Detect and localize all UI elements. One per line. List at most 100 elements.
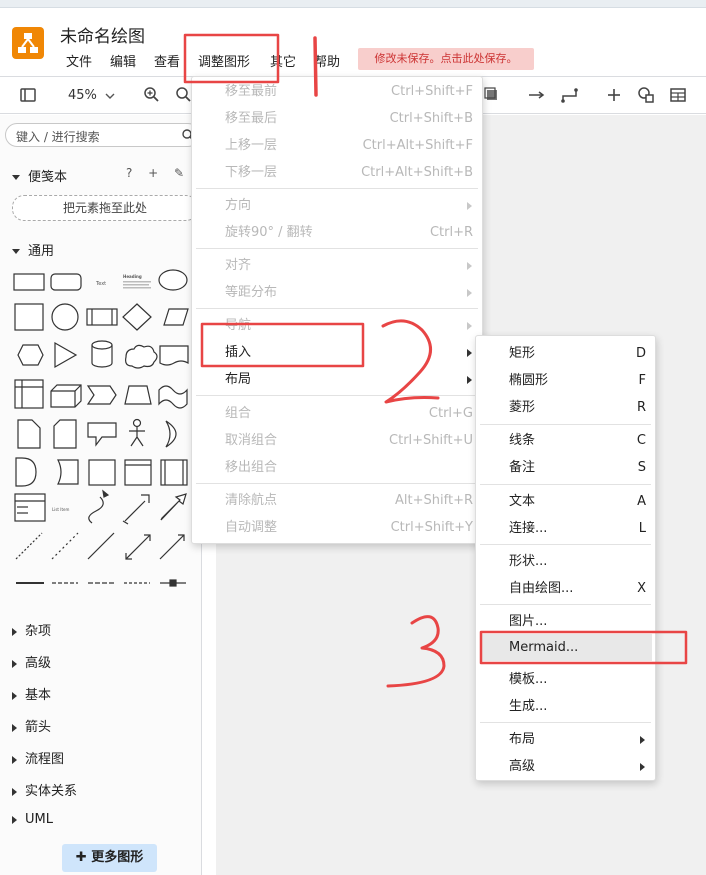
menu-help[interactable]: 帮助 bbox=[314, 51, 340, 70]
table-icon[interactable] bbox=[668, 85, 688, 105]
or-shape[interactable] bbox=[165, 420, 177, 448]
actor-shape[interactable] bbox=[129, 427, 145, 447]
insert-generate[interactable]: 生成... bbox=[476, 693, 655, 720]
insert-link[interactable]: 连接... L bbox=[476, 515, 655, 542]
tape-shape[interactable] bbox=[158, 385, 188, 409]
insert-mermaid[interactable]: Mermaid... bbox=[480, 634, 652, 661]
menu-edit[interactable]: 编辑 bbox=[110, 51, 136, 70]
menu-file[interactable]: 文件 bbox=[66, 51, 92, 70]
step-shape[interactable] bbox=[86, 385, 117, 405]
chevron-down-icon[interactable] bbox=[100, 86, 120, 106]
dashed-line-shape[interactable] bbox=[51, 532, 79, 560]
menu-item-ungroup[interactable]: 取消组合 Ctrl+Shift+U bbox=[192, 427, 482, 454]
insert-template[interactable]: 模板... bbox=[476, 666, 655, 693]
insert-ellipse[interactable]: 椭圆形 F bbox=[476, 367, 655, 394]
rectangle-shape[interactable] bbox=[13, 273, 45, 291]
circle-shape[interactable] bbox=[51, 303, 79, 331]
menu-item-distribute[interactable]: 等距分布 bbox=[192, 279, 482, 306]
cube-shape[interactable] bbox=[50, 384, 82, 408]
cylinder-shape[interactable] bbox=[91, 340, 113, 368]
bidirectional-arrow-shape[interactable] bbox=[125, 534, 151, 560]
document-title[interactable]: 未命名绘图 bbox=[60, 22, 145, 47]
shapes-icon[interactable] bbox=[636, 85, 656, 105]
zoom-in-icon[interactable] bbox=[142, 85, 162, 105]
double-arrow-shape[interactable] bbox=[122, 494, 150, 525]
insert-plus-icon[interactable] bbox=[604, 85, 624, 105]
menu-item-autosize[interactable]: 自动调整 Ctrl+Shift+Y bbox=[192, 514, 482, 541]
heading-shape[interactable]: Heading bbox=[123, 274, 142, 279]
section-entity-relation[interactable]: 实体关系 bbox=[12, 780, 77, 799]
container-shape[interactable] bbox=[14, 379, 44, 409]
insert-text[interactable]: 文本 A bbox=[476, 488, 655, 515]
diamond-shape[interactable] bbox=[122, 303, 152, 331]
menu-item-rotate-flip[interactable]: 旋转90° / 翻转 Ctrl+R bbox=[192, 219, 482, 246]
cloud-shape[interactable] bbox=[125, 344, 158, 369]
section-uml[interactable]: UML bbox=[12, 812, 53, 827]
dotted-line-shape[interactable] bbox=[15, 532, 43, 560]
menu-view[interactable]: 查看 bbox=[154, 51, 180, 70]
section-arrows[interactable]: 箭头 bbox=[12, 716, 51, 735]
waypoints-icon[interactable] bbox=[560, 85, 580, 105]
delay-shape[interactable] bbox=[15, 457, 37, 487]
section-advanced[interactable]: 高级 bbox=[12, 652, 51, 671]
menu-item-to-back[interactable]: 移至最后 Ctrl+Shift+B bbox=[192, 105, 482, 132]
zoom-level[interactable]: 45% bbox=[68, 88, 97, 103]
menu-item-direction[interactable]: 方向 bbox=[192, 192, 482, 219]
section-flowchart[interactable]: 流程图 bbox=[12, 748, 64, 767]
window-shape[interactable] bbox=[124, 459, 152, 486]
callout-shape[interactable] bbox=[87, 422, 117, 447]
insert-line[interactable]: 线条 C bbox=[476, 427, 655, 454]
document-shape[interactable] bbox=[159, 345, 189, 366]
menu-item-clear-waypoints[interactable]: 清除航点 Alt+Shift+R bbox=[192, 487, 482, 514]
card-shape[interactable] bbox=[53, 419, 77, 449]
section-general[interactable]: 通用 bbox=[12, 240, 54, 259]
text-shape[interactable]: Text bbox=[95, 281, 106, 287]
directional-arrow-shape[interactable] bbox=[159, 534, 185, 560]
menu-item-navigation[interactable]: 导航 bbox=[192, 312, 482, 339]
menu-item-send-backward[interactable]: 下移一层 Ctrl+Alt+Shift+B bbox=[192, 159, 482, 186]
insert-rectangle[interactable]: 矩形 D bbox=[476, 340, 655, 367]
rounded-rectangle-shape[interactable] bbox=[50, 273, 82, 291]
line-shape[interactable] bbox=[87, 532, 115, 560]
general-shapes-palette[interactable]: Text Heading List Item bbox=[8, 265, 194, 595]
trapezoid-shape[interactable] bbox=[124, 385, 152, 405]
curve-shape[interactable] bbox=[88, 496, 104, 524]
menu-item-bring-forward[interactable]: 上移一层 Ctrl+Alt+Shift+F bbox=[192, 132, 482, 159]
menu-item-insert[interactable]: 插入 bbox=[192, 339, 482, 366]
insert-rhombus[interactable]: 菱形 R bbox=[476, 394, 655, 421]
unsaved-changes-notice[interactable]: 修改未保存。点击此处保存。 bbox=[358, 48, 534, 70]
insert-shape[interactable]: 形状... bbox=[476, 548, 655, 575]
menu-item-layout[interactable]: 布局 bbox=[192, 366, 482, 393]
format-panel-toggle-icon[interactable] bbox=[18, 85, 38, 105]
scratchpad-dropzone[interactable]: 把元素拖至此处 bbox=[12, 195, 198, 221]
list-item-shape[interactable]: List Item bbox=[52, 507, 69, 512]
shape-search-input[interactable]: 键入 / 进行搜索 bbox=[5, 123, 200, 147]
more-shapes-button[interactable]: ✚ 更多图形 bbox=[62, 844, 157, 872]
ellipse-shape[interactable] bbox=[158, 269, 188, 291]
menu-item-remove-from-group[interactable]: 移出组合 bbox=[192, 454, 482, 481]
parallelogram-shape[interactable] bbox=[163, 308, 189, 326]
insert-layout[interactable]: 布局 bbox=[476, 726, 655, 753]
insert-advanced[interactable]: 高级 bbox=[476, 753, 655, 780]
menu-extras[interactable]: 其它 bbox=[270, 51, 296, 70]
menu-arrange[interactable]: 调整图形 bbox=[198, 51, 250, 70]
insert-note[interactable]: 备注 S bbox=[476, 454, 655, 481]
menu-item-align[interactable]: 对齐 bbox=[192, 252, 482, 279]
section-scratchpad[interactable]: 便笺本 bbox=[12, 166, 67, 185]
menu-item-group[interactable]: 组合 Ctrl+G bbox=[192, 400, 482, 427]
note-shape[interactable] bbox=[17, 419, 41, 449]
arrow-shape[interactable] bbox=[160, 493, 187, 521]
section-basic[interactable]: 基本 bbox=[12, 684, 51, 703]
insert-image[interactable]: 图片... bbox=[476, 608, 655, 635]
data-storage-shape[interactable] bbox=[57, 459, 79, 485]
section-misc[interactable]: 杂项 bbox=[12, 620, 51, 639]
connector-arrow-icon[interactable] bbox=[526, 85, 546, 105]
menu-item-to-front[interactable]: 移至最前 Ctrl+Shift+F bbox=[192, 78, 482, 105]
duplicate-icon[interactable] bbox=[482, 85, 502, 105]
drawio-logo-icon[interactable] bbox=[12, 27, 44, 59]
insert-freehand[interactable]: 自由绘图... X bbox=[476, 575, 655, 602]
triangle-shape[interactable] bbox=[54, 341, 78, 369]
box-shape[interactable] bbox=[88, 459, 116, 486]
square-shape[interactable] bbox=[14, 303, 44, 331]
hexagon-shape[interactable] bbox=[17, 344, 44, 366]
